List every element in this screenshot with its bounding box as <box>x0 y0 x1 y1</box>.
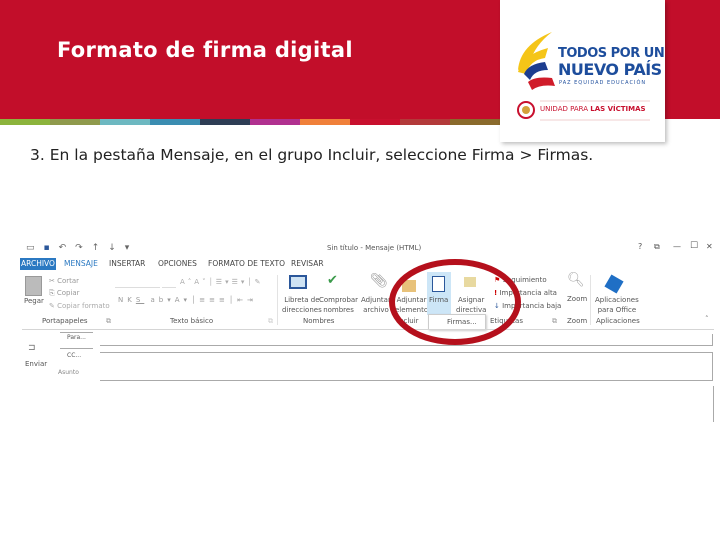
logo-unit: UNIDAD PARA LAS VÍCTIMAS <box>540 105 646 113</box>
stripe-segment <box>250 119 300 125</box>
tab-opciones[interactable]: OPCIONES <box>157 258 198 270</box>
basic-text-launcher-icon[interactable]: ⧉ <box>268 317 273 326</box>
tab-revisar[interactable]: REVISAR <box>290 258 325 270</box>
font-name-combo[interactable] <box>115 279 160 288</box>
group-label-apps: Aplicaciones <box>596 317 640 325</box>
help-button[interactable]: ? <box>638 242 642 251</box>
minimize-button[interactable]: — <box>673 242 681 251</box>
stripe-segment <box>400 119 450 125</box>
instruction-text: 3. En la pestaña Mensaje, en el grupo In… <box>30 146 594 164</box>
logo-line2: NUEVO PAÍS <box>558 60 662 79</box>
subject-field[interactable] <box>100 364 713 381</box>
tags-launcher-icon[interactable]: ⧉ <box>552 317 557 326</box>
cc-field[interactable] <box>100 352 713 364</box>
address-book-label-1: Libreta de <box>284 296 320 304</box>
stripe-segment <box>100 119 150 125</box>
tab-insertar[interactable]: INSERTAR <box>108 258 146 270</box>
to-button[interactable]: Para... <box>67 334 86 341</box>
format-painter-button[interactable]: ✎ Copiar formato <box>49 302 110 310</box>
ribbon-display-button[interactable]: ⧉ <box>654 242 660 252</box>
group-divider <box>277 275 278 325</box>
quick-access-toolbar[interactable]: ▭▪↶↷↑↓▾ <box>26 243 138 253</box>
font-size-combo[interactable] <box>162 279 176 288</box>
stripe-segment <box>150 119 200 125</box>
font-format-icons[interactable]: A˄A˅│☰▾☰▾│✎ <box>180 278 263 286</box>
underline-button[interactable]: S <box>136 296 144 304</box>
stripe-segment <box>0 119 50 125</box>
text-style-buttons[interactable]: NKS ab▾A▾│≡≡≡│⇤⇥ <box>118 296 257 304</box>
office-apps-button[interactable]: Aplicaciones para Office <box>595 295 639 315</box>
tab-archivo[interactable]: ARCHIVO <box>20 258 56 270</box>
bold-button[interactable]: N <box>118 296 127 304</box>
logo-unit-bold: LAS VÍCTIMAS <box>590 105 646 113</box>
stripe-segment <box>300 119 350 125</box>
italic-button[interactable]: K <box>127 296 136 304</box>
stripe-segment <box>350 119 400 125</box>
format-painter-label: Copiar formato <box>57 302 110 310</box>
stripe-segment <box>200 119 250 125</box>
stripe-segment <box>450 119 500 125</box>
clipboard-launcher-icon[interactable]: ⧉ <box>106 317 111 326</box>
group-label-clipboard: Portapapeles <box>42 317 88 325</box>
copy-button[interactable]: ⎘ Copiar <box>49 289 80 298</box>
logo-unit-prefix: UNIDAD PARA <box>540 105 591 113</box>
stripe-segment <box>50 119 100 125</box>
group-label-zoom: Zoom <box>567 317 588 325</box>
subject-label: Asunto <box>58 369 79 376</box>
cut-button[interactable]: ✂ Cortar <box>49 277 79 285</box>
slide-title: Formato de firma digital <box>57 38 353 62</box>
close-button[interactable]: ✕ <box>706 242 713 251</box>
magnifier-icon[interactable]: 🔍︎ <box>567 272 585 288</box>
cut-label: Cortar <box>57 277 80 285</box>
check-names-button[interactable]: Comprobar nombres <box>319 295 358 315</box>
send-icon: ⊐ <box>28 343 36 353</box>
paste-icon[interactable] <box>25 276 42 296</box>
group-label-names: Nombres <box>303 317 335 325</box>
check-names-icon[interactable]: ✔ <box>327 273 338 288</box>
maximize-button[interactable]: ☐ <box>690 241 698 251</box>
divider <box>60 332 93 333</box>
window-title: Sin título - Mensaje (HTML) <box>327 244 422 252</box>
cc-button[interactable]: CC... <box>67 352 81 359</box>
group-divider <box>590 275 591 325</box>
paste-button[interactable]: Pegar <box>24 297 44 305</box>
office-apps-label-2: para Office <box>597 306 637 314</box>
check-names-label-2: nombres <box>323 306 354 314</box>
tab-formato-texto[interactable]: FORMATO DE TEXTO <box>207 258 286 270</box>
divider <box>60 348 93 349</box>
address-book-icon[interactable] <box>289 275 307 289</box>
color-stripe <box>0 119 500 125</box>
logo-line3: PAZ EQUIDAD EDUCACIÓN <box>559 80 647 86</box>
tab-mensaje[interactable]: MENSAJE <box>63 258 99 270</box>
copy-label: Copiar <box>56 289 80 297</box>
group-label-basic-text: Texto básico <box>170 317 214 325</box>
office-apps-label-1: Aplicaciones <box>595 296 639 304</box>
zoom-button[interactable]: Zoom <box>567 295 587 303</box>
collapse-ribbon-icon[interactable]: ˄ <box>705 315 709 323</box>
ribbon-bottom-border <box>22 329 714 330</box>
check-names-label-1: Comprobar <box>319 296 359 304</box>
send-button[interactable]: Enviar <box>25 360 47 368</box>
logo-line1: TODOS POR UN <box>558 46 665 61</box>
logo-panel: TODOS POR UN NUEVO PAÍS PAZ EQUIDAD EDUC… <box>500 0 665 142</box>
address-book-label-2: direcciones <box>282 306 322 314</box>
body-border <box>713 386 714 422</box>
highlight-circle <box>389 259 521 345</box>
address-book-button[interactable]: Libreta de direcciones <box>282 295 322 315</box>
